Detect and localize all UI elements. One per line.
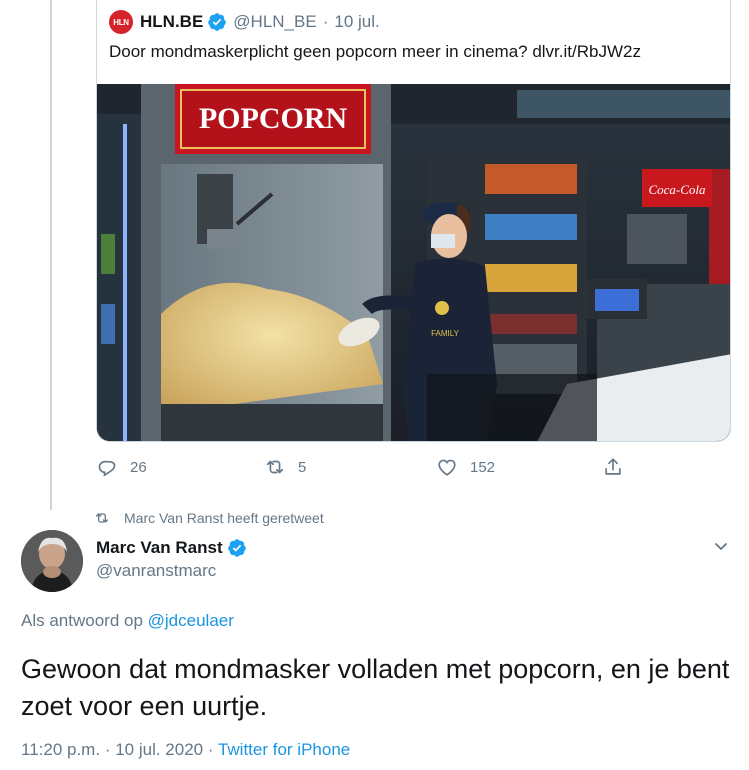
share-button[interactable] [602,452,636,482]
tweet-date[interactable]: 10 jul. 2020 [115,740,203,759]
thread-connector-line [50,0,52,510]
like-icon [438,459,456,476]
reply-count: 26 [130,458,147,476]
tweet-text: Gewoon dat mondmasker volladen met popco… [21,654,730,721]
retweet-indicator-icon [96,513,108,523]
quoted-tweet-header: HLN HLN.BE @HLN_BE · 10 jul. [109,8,380,36]
tweet-author-row: Marc Van Ranst [96,537,253,559]
avatar[interactable] [21,530,83,592]
quoted-author-handle[interactable]: @HLN_BE [233,12,316,32]
quoted-tweet-card[interactable]: HLN HLN.BE @HLN_BE · 10 jul. Door mondma… [96,0,731,442]
meta-separator: · [207,740,214,759]
reply-target-link[interactable]: @jdceulaer [148,611,234,630]
tweet-source-link[interactable]: Twitter for iPhone [218,740,350,759]
tweet-author-name[interactable]: Marc Van Ranst [96,538,223,558]
meta-separator: · [104,740,111,759]
reply-button[interactable]: 26 [96,452,147,482]
quoted-author-name[interactable]: HLN.BE [140,12,203,32]
tweet-author-handle[interactable]: @vanranstmarc [96,561,216,581]
retweet-context: Marc Van Ranst heeft geretweet [94,508,324,528]
retweet-context-text[interactable]: Marc Van Ranst heeft geretweet [124,510,324,526]
hln-logo[interactable]: HLN [109,10,133,34]
quoted-tweet-text: Door mondmaskerplicht geen popcorn meer … [109,42,641,61]
chevron-down-icon[interactable] [709,534,733,558]
quoted-tweet-date[interactable]: 10 jul. [334,12,379,32]
quoted-tweet-image[interactable]: POPCORN Coca-Cola FAMILY [97,84,730,441]
reply-icon [98,460,116,477]
reply-prefix: Als antwoord op [21,611,143,630]
retweet-icon [266,460,284,474]
retweet-button[interactable]: 5 [264,452,306,482]
reply-context: Als antwoord op @jdceulaer [21,611,234,631]
tweet-time[interactable]: 11:20 p.m. [21,740,100,759]
like-button[interactable]: 152 [436,452,495,482]
header-separator: · [322,12,329,31]
verified-badge-icon [207,12,227,32]
tweet-action-bar: 26 5 152 [96,452,636,482]
popcorn-sign-text: POPCORN [199,102,348,135]
tweet-meta: 11:20 p.m. · 10 jul. 2020 · Twitter for … [21,740,350,760]
verified-badge-icon [227,538,247,558]
share-icon [605,458,621,475]
like-count: 152 [470,458,496,476]
cola-sign-text: Coca-Cola [648,182,706,197]
retweet-count: 5 [298,458,307,476]
shirt-text: FAMILY [431,329,460,338]
